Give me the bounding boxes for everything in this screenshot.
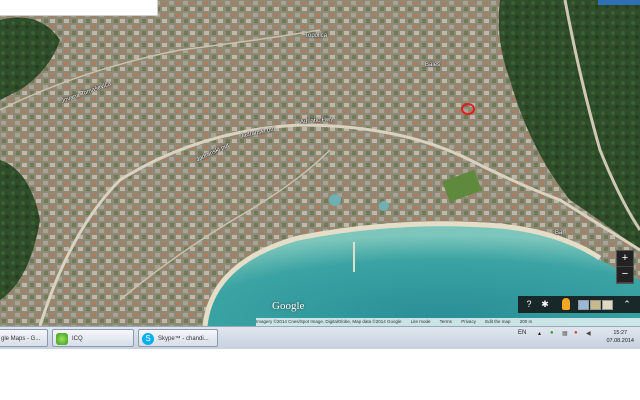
task-label: Skype™ - chandi... <box>158 336 209 342</box>
account-bar[interactable] <box>598 0 640 5</box>
windows-taskbar: gle Maps - G... ICQ S Skype™ - chandi...… <box>0 326 640 349</box>
edit-map-link[interactable]: Edit the map <box>485 319 510 324</box>
taskbar-item-google-maps[interactable]: gle Maps - G... <box>0 329 48 347</box>
icq-icon <box>56 333 68 345</box>
language-indicator[interactable]: EN <box>518 330 526 336</box>
tray-antivirus-icon[interactable]: ● <box>574 330 578 336</box>
tray-volume-icon[interactable]: ◀ <box>586 330 591 337</box>
clock-date: 07.08.2014 <box>606 338 634 344</box>
map-thumbnail[interactable] <box>578 300 589 310</box>
taskbar-item-icq[interactable]: ICQ <box>52 329 134 347</box>
skype-icon: S <box>142 333 154 345</box>
terms-link[interactable]: Terms <box>440 319 452 324</box>
map-attribution: Imagery ©2014 Cnes/Spot Image, DigitalGl… <box>256 318 640 326</box>
clock-time: 15:27 <box>613 330 628 336</box>
imagery-credit: Imagery ©2014 Cnes/Spot Image, DigitalGl… <box>256 319 402 324</box>
tray-network-icon[interactable]: ▦ <box>562 330 568 337</box>
zoom-in-button[interactable]: + <box>617 251 633 267</box>
map-imagery <box>0 0 640 326</box>
earth-thumbnail[interactable] <box>590 300 601 310</box>
street-label: Bar <box>555 230 565 236</box>
privacy-link[interactable]: Privacy <box>461 319 476 324</box>
location-marker[interactable] <box>461 103 475 115</box>
system-clock[interactable]: 15:27 07.08.2014 <box>606 329 634 345</box>
street-label: Baleš <box>425 62 441 68</box>
map-control-bar: ? ✱ ⌃ <box>518 296 640 313</box>
task-label: gle Maps - G... <box>1 336 41 342</box>
google-logo: Google <box>272 300 305 312</box>
settings-gear-icon[interactable]: ✱ <box>540 299 550 309</box>
tray-chevron-icon[interactable]: ▴ <box>538 330 541 337</box>
pegman-icon[interactable] <box>562 298 570 310</box>
lite-mode-link[interactable]: Lite mode <box>411 319 431 324</box>
scale-label: 200 m <box>519 319 533 324</box>
street-label: Topolica <box>305 33 328 39</box>
satellite-map[interactable]: Jadranski put Adriatic Hwy Jadranski put… <box>0 0 640 326</box>
expand-icon[interactable]: ⌃ <box>622 299 632 309</box>
zoom-control: + − <box>616 250 634 284</box>
tray-icq-icon[interactable]: ● <box>550 330 554 336</box>
task-label: ICQ <box>72 336 83 342</box>
help-button[interactable]: ? <box>524 299 534 309</box>
search-box[interactable] <box>0 0 158 16</box>
taskbar-item-skype[interactable]: S Skype™ - chandi... <box>138 329 218 347</box>
zoom-out-button[interactable]: − <box>617 267 633 283</box>
terrain-thumbnail[interactable] <box>602 300 613 310</box>
